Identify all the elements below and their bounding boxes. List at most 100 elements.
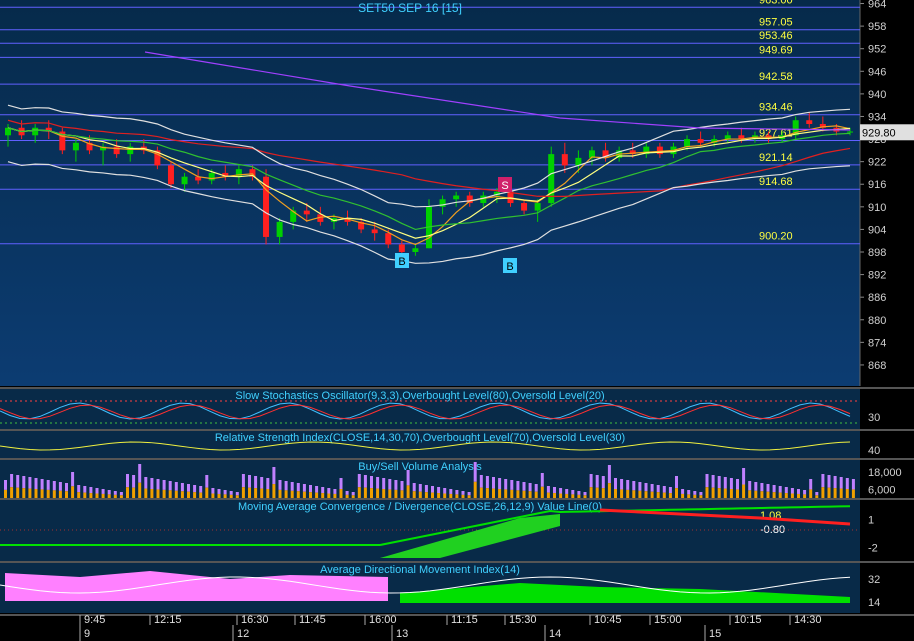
volume-buy-bar: [540, 473, 544, 487]
volume-sell-bar: [351, 495, 355, 498]
y-tick-label: 886: [868, 292, 886, 304]
price-level-label: 949.69: [759, 44, 793, 56]
volume-buy-bar: [851, 479, 855, 490]
volume-buy-bar: [351, 492, 355, 496]
volume-sell-bar: [461, 494, 465, 498]
candle-body: [412, 248, 419, 252]
volume-sell-bar: [583, 495, 587, 498]
volume-buy-bar: [284, 481, 288, 491]
volume-buy-bar: [565, 489, 569, 494]
chart-canvas[interactable]: 9649589529469409349289229169109048988928…: [0, 0, 914, 641]
time-label: 9:45: [84, 614, 105, 626]
volume-sell-bar: [620, 489, 624, 498]
volume-buy-bar: [10, 474, 14, 488]
volume-buy-bar: [778, 486, 782, 493]
candle-body: [276, 221, 283, 237]
volume-buy-bar: [193, 485, 197, 493]
last-price-label: 929.80: [862, 127, 896, 139]
volume-sell-bar: [382, 489, 386, 498]
volume-sell-bar: [235, 495, 239, 498]
volume-buy-bar: [40, 479, 44, 490]
volume-buy-bar: [723, 477, 727, 489]
volume-sell-bar: [4, 489, 7, 498]
volume-sell-bar: [614, 489, 617, 498]
volume-sell-bar: [302, 491, 306, 498]
candle-body: [371, 229, 378, 234]
volume-buy-bar: [187, 484, 190, 492]
volume-buy-bar: [418, 484, 422, 492]
volume-buy-bar: [467, 492, 471, 496]
trading-chart[interactable]: 9649589529469409349289229169109048988928…: [0, 0, 914, 641]
volume-buy-bar: [742, 468, 746, 485]
volume-sell-bar: [656, 492, 660, 498]
candle-body: [398, 244, 405, 252]
volume-sell-bar: [565, 493, 569, 498]
volume-sell-bar: [22, 488, 26, 498]
volume-buy-bar: [729, 478, 733, 489]
volume-buy-bar: [254, 476, 258, 489]
volume-buy-bar: [821, 474, 825, 488]
volume-buy-bar: [101, 489, 105, 494]
volume-sell-bar: [119, 495, 123, 498]
time-label: 11:45: [299, 614, 326, 626]
volume-sell-bar: [510, 489, 514, 498]
volume-sell-bar: [357, 487, 361, 498]
y-tick-label: 898: [868, 247, 886, 259]
volume-sell-bar: [254, 488, 258, 498]
volume-sell-bar: [638, 490, 642, 498]
volume-sell-bar: [485, 488, 489, 498]
volume-buy-bar: [327, 488, 331, 494]
volume-buy-bar: [71, 472, 75, 487]
volume-buy-bar: [845, 478, 849, 489]
candle-body: [32, 127, 39, 136]
volume-sell-bar: [406, 485, 410, 498]
price-level-label: 921.14: [759, 152, 793, 164]
volume-buy-bar: [479, 475, 483, 488]
volume-buy-bar: [223, 490, 227, 495]
volume-buy-bar: [412, 483, 416, 492]
volume-buy-bar: [77, 485, 81, 493]
indicator-tick-label: -2: [868, 543, 878, 555]
volume-buy-bar: [315, 486, 319, 493]
volume-buy-bar: [34, 478, 38, 489]
candle-body: [72, 142, 79, 151]
volume-buy-bar: [46, 480, 50, 490]
time-label: 16:00: [369, 614, 397, 626]
volume-sell-bar: [138, 482, 142, 498]
volume-sell-bar: [577, 494, 581, 498]
volume-sell-bar: [266, 489, 270, 498]
indicator-panel-title: Average Directional Movement Index(14): [320, 564, 520, 576]
volume-sell-bar: [229, 494, 233, 498]
volume-sell-bar: [113, 494, 117, 498]
candle-body: [167, 165, 174, 185]
volume-sell-bar: [28, 488, 32, 498]
volume-sell-bar: [443, 493, 447, 498]
volume-sell-bar: [546, 492, 550, 498]
volume-buy-bar: [95, 488, 99, 494]
volume-buy-bar: [461, 491, 465, 495]
volume-buy-bar: [174, 482, 178, 491]
candle-body: [303, 210, 310, 215]
volume-buy-bar: [754, 482, 758, 491]
volume-sell-bar: [126, 487, 129, 498]
volume-buy-bar: [516, 481, 520, 491]
signal-label: B: [398, 256, 405, 268]
volume-sell-bar: [851, 489, 855, 498]
volume-buy-bar: [632, 481, 636, 491]
volume-buy-bar: [498, 478, 502, 489]
volume-sell-bar: [437, 493, 441, 498]
volume-sell-bar: [278, 489, 282, 498]
volume-buy-bar: [382, 478, 386, 489]
volume-sell-bar: [516, 490, 520, 498]
volume-sell-bar: [144, 488, 148, 498]
volume-sell-bar: [52, 490, 56, 498]
volume-buy-bar: [790, 488, 794, 494]
volume-sell-bar: [504, 489, 508, 498]
price-level-label: 963.00: [759, 0, 793, 6]
volume-sell-bar: [370, 488, 373, 498]
volume-sell-bar: [162, 489, 166, 498]
volume-sell-bar: [315, 492, 319, 498]
volume-buy-bar: [595, 475, 599, 488]
date-label: 12: [237, 628, 249, 640]
volume-buy-bar: [400, 481, 404, 491]
